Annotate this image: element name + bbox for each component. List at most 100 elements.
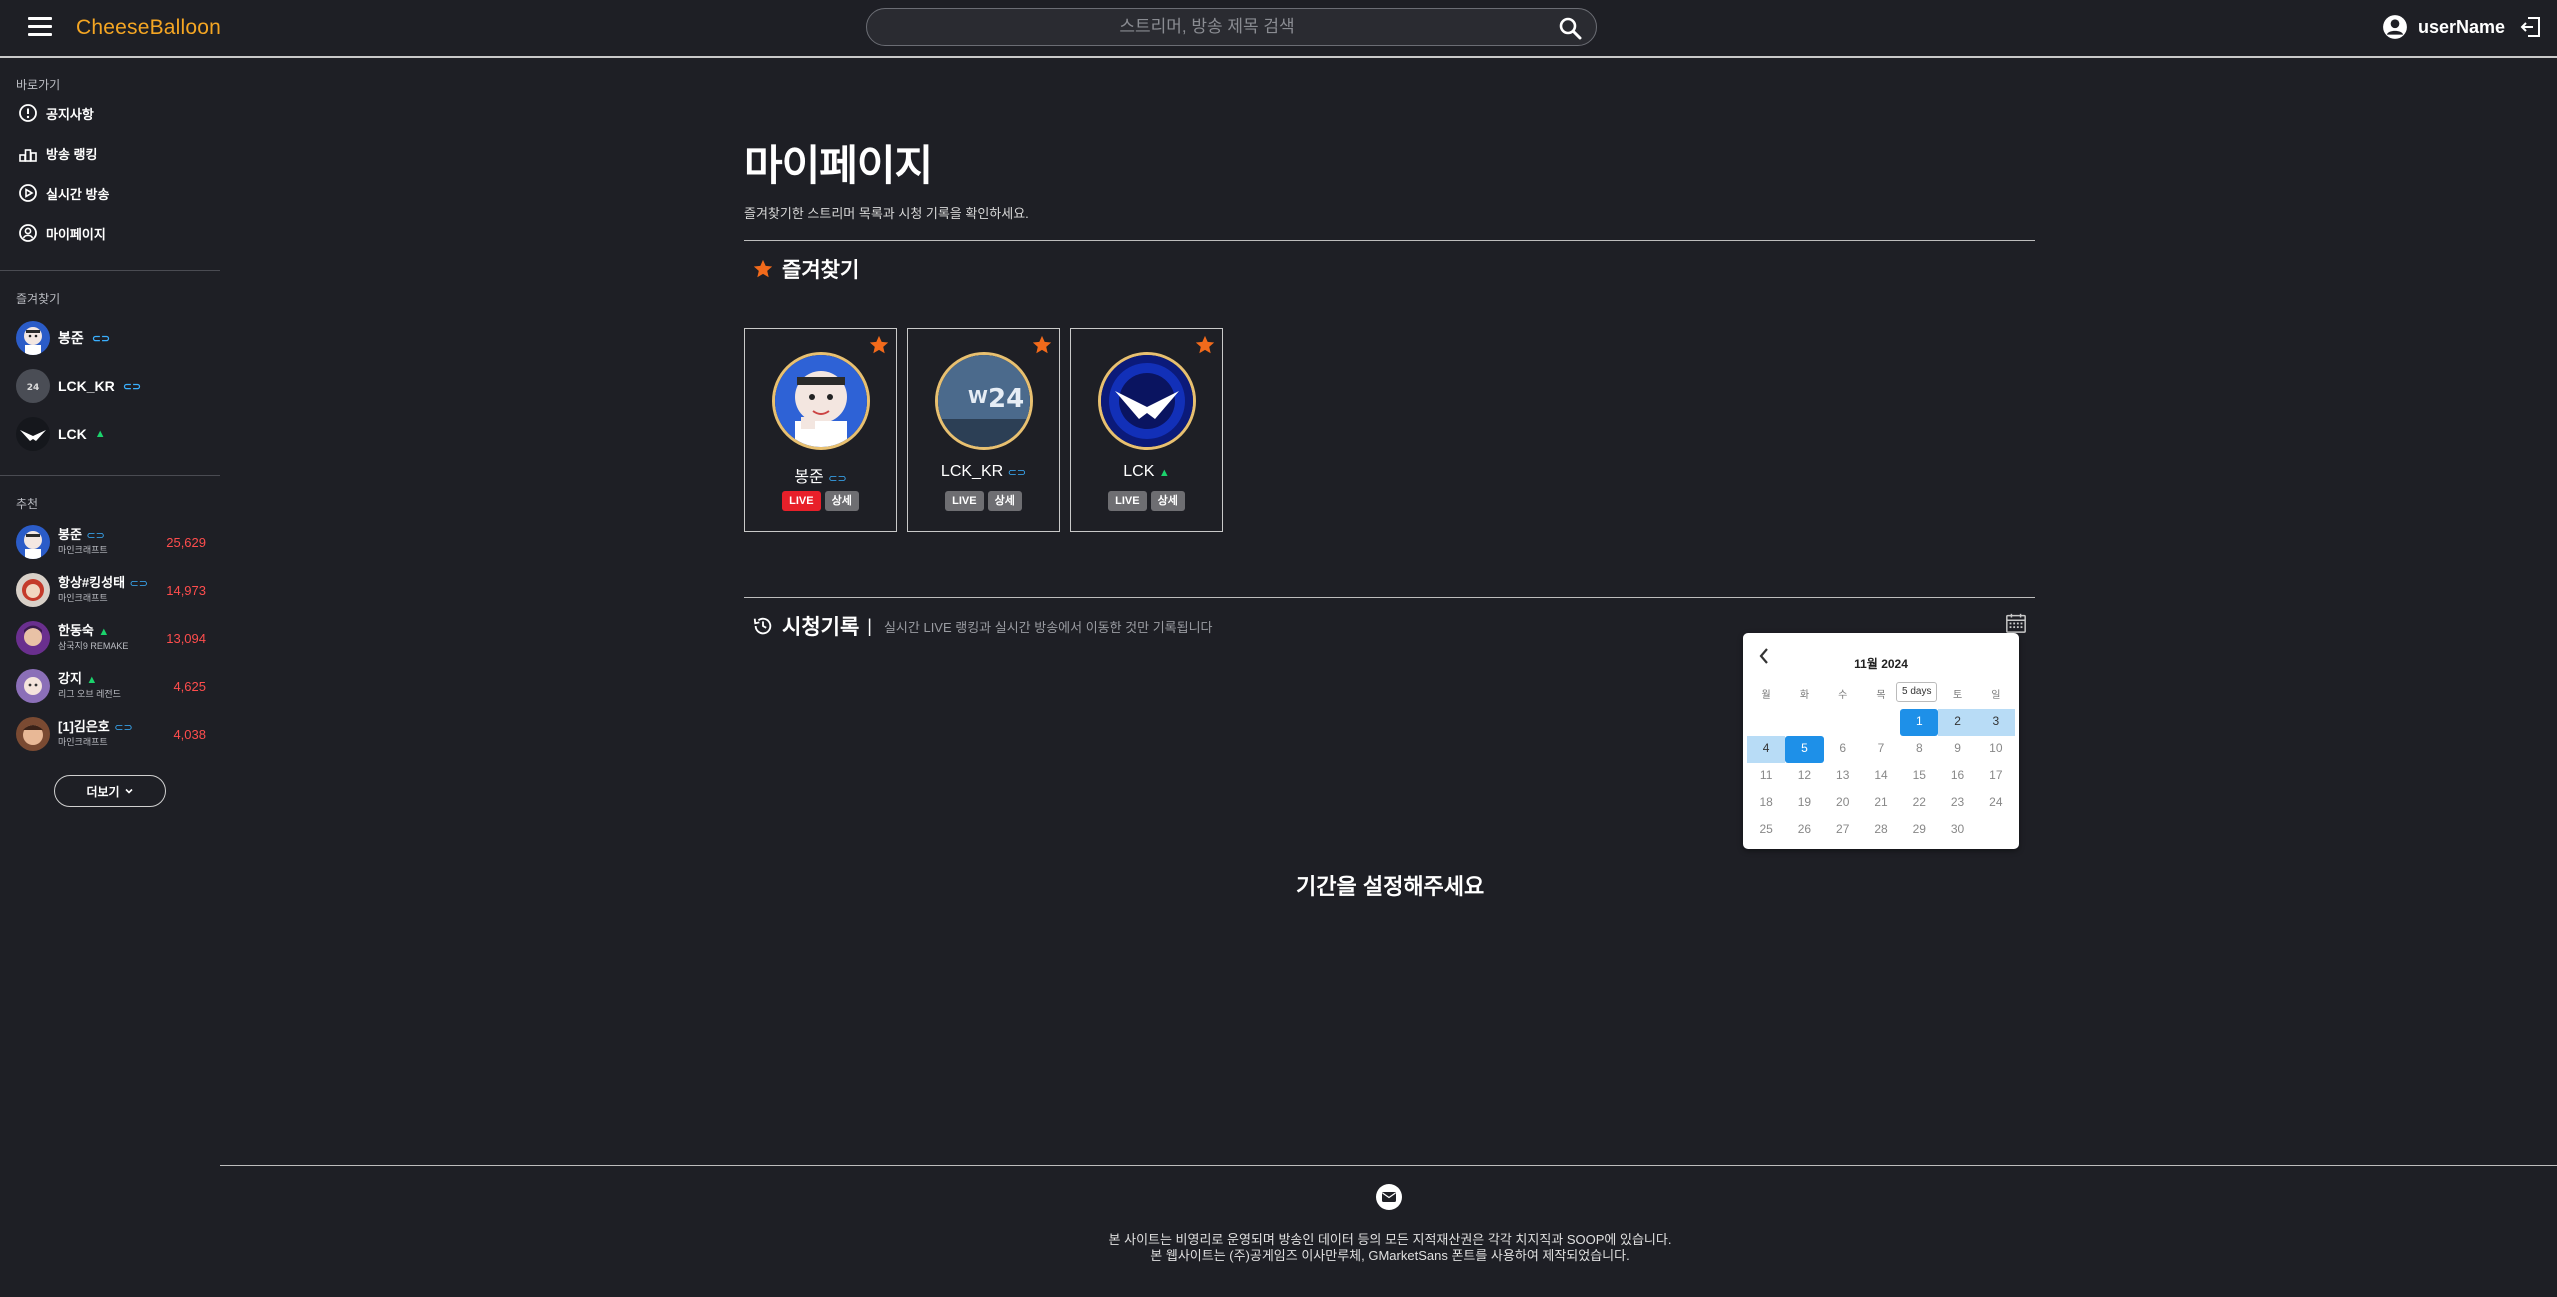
- calendar-day[interactable]: 5: [1785, 736, 1824, 763]
- avatar: [16, 525, 50, 559]
- more-button[interactable]: 더보기: [54, 775, 166, 807]
- calendar-day[interactable]: 22: [1900, 790, 1938, 817]
- calendar-days: 1 2 3 4 5 6 7 8 9 10 11 12 13 14 15 16 17 18 19 20 21 22 23 24 2…: [1747, 709, 2015, 844]
- calendar-day[interactable]: 3: [1976, 709, 2015, 736]
- calendar-empty-cell: [1785, 709, 1823, 736]
- calendar-day[interactable]: 25: [1747, 817, 1785, 844]
- menu-icon[interactable]: [28, 17, 52, 37]
- live-badge[interactable]: LIVE: [1108, 491, 1147, 511]
- footer-divider: [220, 1165, 2557, 1166]
- calendar-day[interactable]: 24: [1977, 790, 2015, 817]
- calendar-day[interactable]: 9: [1938, 736, 1976, 763]
- recommend-name: 항상#킹성태: [58, 574, 126, 590]
- username-label[interactable]: userName: [2418, 17, 2505, 38]
- section-divider: [744, 240, 2035, 241]
- calendar-day[interactable]: 28: [1862, 817, 1900, 844]
- footer-line-2: 본 웹사이트는 (주)공게임즈 이사만루체, GMarketSans 폰트를 사…: [1150, 1248, 1630, 1263]
- detail-button[interactable]: 상세: [1150, 491, 1185, 511]
- sidebar-favorite-item[interactable]: 봉준 ⊂⊃: [16, 320, 110, 356]
- calendar-day[interactable]: 19: [1785, 790, 1823, 817]
- site-logo[interactable]: CheeseBalloon: [76, 16, 221, 40]
- calendar-day[interactable]: 20: [1824, 790, 1862, 817]
- live-badge[interactable]: LIVE: [945, 491, 984, 511]
- calendar-day[interactable]: 23: [1938, 790, 1976, 817]
- sidebar-recommend-item[interactable]: 항상#킹성태 ⊂⊃ 마인크래프트 14,973: [16, 572, 206, 608]
- sidebar-item-mypage[interactable]: 마이페이지: [18, 221, 106, 245]
- user-avatar-icon[interactable]: [2382, 14, 2408, 40]
- chzzk-link-icon: ⊂⊃: [91, 332, 111, 345]
- star-icon[interactable]: [1194, 334, 1216, 356]
- recommend-name: 봉준: [58, 526, 82, 542]
- detail-button[interactable]: 상세: [987, 491, 1022, 511]
- weekday-label: 일: [1991, 690, 2001, 701]
- calendar-day[interactable]: 26: [1785, 817, 1823, 844]
- calendar-day[interactable]: 21: [1862, 790, 1900, 817]
- viewer-count: 25,629: [166, 534, 206, 550]
- live-badge[interactable]: LIVE: [782, 491, 821, 511]
- star-icon[interactable]: [868, 334, 890, 356]
- detail-button[interactable]: 상세: [824, 491, 859, 511]
- avatar: [1098, 352, 1196, 450]
- calendar-day[interactable]: 29: [1900, 817, 1938, 844]
- calendar-day[interactable]: 16: [1938, 763, 1976, 790]
- sidebar-recommend-item[interactable]: 강지 ▲ 리그 오브 레전드 4,625: [16, 668, 206, 704]
- card-name: LCK_KR ⊂⊃: [940, 463, 1027, 480]
- favorite-card[interactable]: 봉준 ⊂⊃ LIVE 상세: [744, 328, 897, 532]
- sidebar-item-label: 실시간 방송: [46, 186, 110, 202]
- range-tooltip: 5 days: [1896, 682, 1938, 702]
- avatar: [16, 717, 50, 751]
- weekday-label: 수: [1838, 690, 1848, 701]
- ranking-icon: [19, 149, 37, 162]
- calendar-day[interactable]: 17: [1977, 763, 2015, 790]
- recommend-category: 삼국지9 REMAKE: [58, 640, 129, 651]
- calendar-empty-cell: [1862, 709, 1900, 736]
- soop-icon: ▲: [1158, 467, 1170, 479]
- calendar-day[interactable]: 7: [1862, 736, 1900, 763]
- chzzk-link-icon: ⊂⊃: [1007, 467, 1027, 479]
- favorite-name: LCK_KR: [58, 378, 115, 394]
- mail-icon[interactable]: [1376, 1184, 1402, 1210]
- sidebar-recommend-item[interactable]: 한동숙 ▲ 삼국지9 REMAKE 13,094: [16, 620, 206, 656]
- calendar-day[interactable]: 4: [1747, 736, 1786, 763]
- calendar-icon[interactable]: [2005, 612, 2027, 634]
- calendar-day[interactable]: 6: [1824, 736, 1862, 763]
- sidebar-divider: [0, 270, 220, 271]
- calendar-day[interactable]: 2: [1938, 709, 1977, 736]
- avatar: [16, 573, 50, 607]
- search-input[interactable]: [887, 9, 1527, 45]
- calendar-day[interactable]: 15: [1900, 763, 1938, 790]
- favorite-card[interactable]: LCK ▲ LIVE 상세: [1070, 328, 1223, 532]
- sidebar-item-ranking[interactable]: 방송 랭킹: [18, 141, 97, 165]
- search-icon[interactable]: [1558, 16, 1582, 40]
- sidebar-recommend-item[interactable]: 봉준 ⊂⊃ 마인크래프트 25,629: [16, 524, 206, 560]
- calendar-day[interactable]: 12: [1785, 763, 1823, 790]
- sidebar-favorite-item[interactable]: 24 LCK_KR ⊂⊃: [16, 368, 141, 404]
- card-name: 봉준 ⊂⊃: [794, 469, 847, 486]
- empty-history-message: 기간을 설정해주세요: [1296, 874, 1485, 899]
- recommend-title: 추천: [16, 497, 39, 511]
- logout-icon[interactable]: [2519, 15, 2543, 39]
- star-icon[interactable]: [1031, 334, 1053, 356]
- calendar-day[interactable]: 11: [1747, 763, 1785, 790]
- calendar-day[interactable]: 27: [1824, 817, 1862, 844]
- viewer-count: 14,973: [166, 582, 206, 598]
- calendar-day[interactable]: 1: [1900, 709, 1939, 736]
- footer-line-1: 본 사이트는 비영리로 운영되며 방송인 데이터 등의 모든 지적재산권은 각각…: [1108, 1232, 1672, 1247]
- calendar-day[interactable]: 30: [1938, 817, 1976, 844]
- sidebar-item-live[interactable]: 실시간 방송: [18, 181, 109, 205]
- sidebar-recommend-item[interactable]: [1]김은호 ⊂⊃ 마인크래프트 4,038: [16, 716, 206, 752]
- calendar-weekdays: 월화수목금토일: [1747, 686, 2015, 701]
- calendar-day[interactable]: 8: [1900, 736, 1938, 763]
- history-icon: [753, 617, 772, 635]
- calendar-day[interactable]: 10: [1977, 736, 2015, 763]
- page-description: 즐겨찾기한 스트리머 목록과 시청 기록을 확인하세요.: [744, 206, 1029, 221]
- weekday-label: 목: [1876, 690, 1886, 701]
- favorite-card[interactable]: W 24 LCK_KR ⊂⊃ LIVE 상세: [907, 328, 1060, 532]
- sidebar-favorite-item[interactable]: LCK ▲: [16, 416, 106, 452]
- user-menu: userName: [2382, 13, 2543, 41]
- calendar-day[interactable]: 18: [1747, 790, 1785, 817]
- calendar-day[interactable]: 14: [1862, 763, 1900, 790]
- user-circle-icon: [19, 224, 37, 242]
- sidebar-item-notice[interactable]: 공지사항: [18, 101, 94, 125]
- calendar-day[interactable]: 13: [1824, 763, 1862, 790]
